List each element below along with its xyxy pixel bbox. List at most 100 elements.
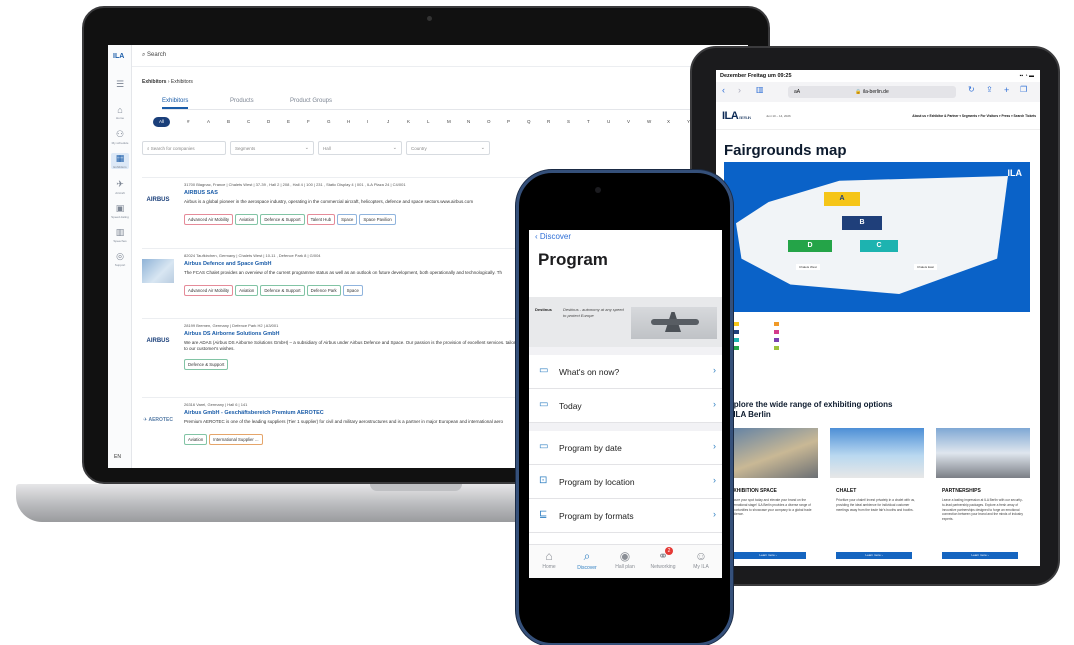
tag[interactable]: Aviation xyxy=(235,214,259,225)
tag[interactable]: Space Pavilion xyxy=(359,214,396,225)
breadcrumb-root[interactable]: Exhibitors xyxy=(142,79,166,85)
back-button[interactable]: ‹ Discover xyxy=(535,232,571,241)
learn-more-button[interactable]: Learn more › xyxy=(836,552,912,559)
hall-a[interactable]: A xyxy=(824,192,860,206)
back-icon[interactable]: ‹ xyxy=(722,85,725,95)
new-tab-icon[interactable]: + xyxy=(1004,85,1009,95)
segments-select[interactable]: Segments ⌄ xyxy=(230,141,314,155)
language-switch[interactable]: EN xyxy=(114,454,121,460)
sidebar-item-support[interactable]: ◎ Support xyxy=(111,251,129,267)
learn-more-button[interactable]: Learn more › xyxy=(942,552,1018,559)
tab-networking[interactable]: ⚭ Networking 2 xyxy=(645,547,681,570)
tab-products[interactable]: Products xyxy=(230,98,254,104)
sidebar-item-home[interactable]: ⌂ Home xyxy=(111,105,129,120)
site-nav[interactable]: About us ▾ Exhibitor & Partner ▾ Segment… xyxy=(912,114,1036,118)
alpha-letter[interactable]: F xyxy=(307,119,310,124)
alpha-letter[interactable]: C xyxy=(247,119,250,124)
tag[interactable]: Space xyxy=(342,285,363,296)
tab-exhibitors[interactable]: Exhibitors xyxy=(162,98,189,109)
alpha-letter[interactable]: G xyxy=(327,119,331,124)
menu-program-by-date[interactable]: ▭ Program by date › xyxy=(529,431,722,465)
alpha-letter[interactable]: X xyxy=(667,119,670,124)
menu-whats-on-now[interactable]: ▭ What's on now? › xyxy=(529,355,722,389)
tag[interactable]: Defence & Support xyxy=(184,359,229,370)
share-icon[interactable]: ⇪ xyxy=(986,85,993,94)
alpha-letter[interactable]: Q xyxy=(527,119,531,124)
chevron-left-icon: ‹ xyxy=(535,232,538,241)
tag[interactable]: Advanced Air Mobility xyxy=(184,214,234,225)
tag[interactable]: Defence & Support xyxy=(260,285,305,296)
company-name[interactable]: Airbus DS Airborne Solutions GmbH xyxy=(184,331,279,337)
tab-my-ila[interactable]: ☺ My ILA xyxy=(683,549,719,570)
hall-b[interactable]: B xyxy=(842,216,882,230)
tab-product-groups[interactable]: Product Groups xyxy=(290,98,332,104)
tag[interactable]: Talent Hub xyxy=(306,214,336,225)
learn-more-button[interactable]: Learn more › xyxy=(730,552,806,559)
url-bar[interactable]: aA 🔒 ila-berlin.de xyxy=(788,86,956,98)
reader-button[interactable]: aA xyxy=(794,86,800,98)
tag[interactable]: Defence Park xyxy=(306,285,341,296)
reload-icon[interactable]: ↻ xyxy=(968,85,975,94)
alpha-letter[interactable]: P xyxy=(507,119,510,124)
tag[interactable]: Advanced Air Mobility xyxy=(184,285,234,296)
company-name[interactable]: Airbus GmbH - Geschäftsbereich Premium A… xyxy=(184,410,324,416)
alpha-letter[interactable]: H xyxy=(347,119,350,124)
tab-hall-plan[interactable]: ◉ Hall plan xyxy=(607,549,643,570)
company-location: 82024 Taufkirchen, Germany | Chalets Wes… xyxy=(184,253,321,258)
tabs-icon[interactable]: ❐ xyxy=(1020,85,1027,94)
tag[interactable]: Space xyxy=(337,214,358,225)
sidebar-item-exhibitors[interactable]: ▦ Exhibitors xyxy=(111,153,129,169)
alpha-letter[interactable]: W xyxy=(647,119,651,124)
sidebar-item-aircraft[interactable]: ✈ Aircraft xyxy=(111,179,129,195)
company-search-input[interactable]: ⌕ Search for companies xyxy=(142,141,226,155)
alpha-letter[interactable]: N xyxy=(467,119,470,124)
ila-logo[interactable]: ILABERLIN xyxy=(722,110,751,122)
alpha-letter[interactable]: K xyxy=(407,119,410,124)
book-icon[interactable]: ▥ xyxy=(756,85,764,94)
global-search[interactable]: ⌕ Search xyxy=(142,52,166,59)
forward-icon[interactable]: › xyxy=(738,85,741,95)
menu-icon[interactable]: ☰ xyxy=(111,79,129,90)
alpha-letter[interactable]: T xyxy=(587,119,590,124)
alpha-letter[interactable]: V xyxy=(627,119,630,124)
menu-program-by-formats[interactable]: ⊑ Program by formats › xyxy=(529,499,722,533)
alpha-letter[interactable]: M xyxy=(447,119,451,124)
banner-brand: Destinus xyxy=(535,307,552,312)
alpha-letter[interactable]: E xyxy=(287,119,290,124)
country-select[interactable]: Country ⌄ xyxy=(406,141,490,155)
tag[interactable]: Aviation xyxy=(184,434,208,445)
tab-home[interactable]: ⌂ Home xyxy=(531,549,567,570)
company-name[interactable]: AIRBUS SAS xyxy=(184,190,218,196)
sponsor-banner[interactable]: Destinus Destinus - autonomy at any spee… xyxy=(529,297,722,347)
hall-select[interactable]: Hall ⌄ xyxy=(318,141,402,155)
alpha-letter[interactable]: B xyxy=(227,119,230,124)
fairgrounds-map[interactable]: ILA A B C D Chalets West Chalets East xyxy=(724,162,1030,312)
alpha-letter[interactable]: L xyxy=(427,119,430,124)
event-date: Juni 10 – 14, 2026 xyxy=(766,114,791,118)
alpha-letter[interactable]: D xyxy=(267,119,270,124)
sidebar-item-speed-dating[interactable]: ▣ Speed dating xyxy=(111,203,129,219)
ila-logo[interactable]: ILA xyxy=(113,53,124,60)
card-text: Leave a lasting impression at ILA Berlin… xyxy=(942,498,1023,522)
company-name[interactable]: Airbus Defence and Space GmbH xyxy=(184,261,271,267)
menu-program-by-location[interactable]: ⊡ Program by location › xyxy=(529,465,722,499)
map-ila-logo: ILA xyxy=(1007,168,1023,178)
menu-today[interactable]: ▭ Today › xyxy=(529,389,722,423)
hall-c[interactable]: C xyxy=(860,240,898,252)
alpha-letter[interactable]: # xyxy=(187,119,190,124)
alpha-letter[interactable]: R xyxy=(547,119,550,124)
tag[interactable]: International Supplier ... xyxy=(209,434,263,445)
hall-d[interactable]: D xyxy=(788,240,832,252)
tag[interactable]: Defence & Support xyxy=(260,214,305,225)
sidebar-item-speeches[interactable]: ▥ Speeches xyxy=(111,227,129,243)
tab-discover[interactable]: ⌕ Discover xyxy=(569,549,605,571)
alpha-all[interactable]: All xyxy=(153,117,170,127)
tag[interactable]: Aviation xyxy=(235,285,259,296)
alpha-letter[interactable]: A xyxy=(207,119,210,124)
sidebar-item-schedule[interactable]: ⚇ My schedule xyxy=(111,129,129,145)
alpha-letter[interactable]: S xyxy=(567,119,570,124)
alpha-letter[interactable]: I xyxy=(367,119,368,124)
alpha-letter[interactable]: O xyxy=(487,119,491,124)
alpha-letter[interactable]: U xyxy=(607,119,610,124)
alpha-letter[interactable]: J xyxy=(387,119,389,124)
